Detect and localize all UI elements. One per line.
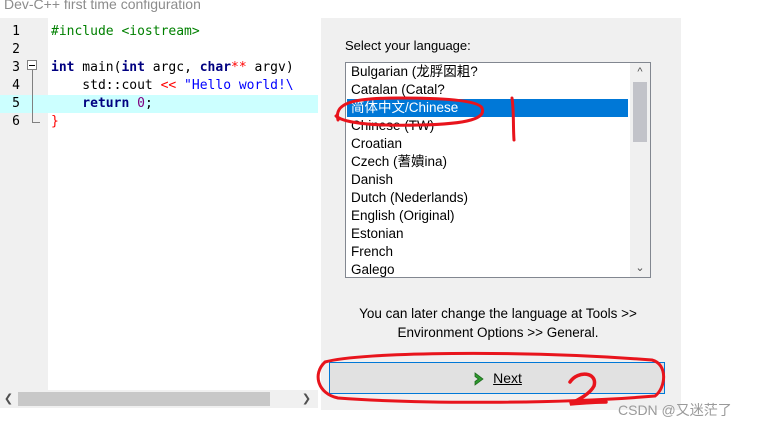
hint-line-2: Environment Options >> General. [397, 325, 599, 340]
watermark: CSDN @又迷茫了 [618, 402, 732, 418]
code-text: } [51, 114, 59, 129]
language-hint: You can later change the language at Too… [333, 304, 663, 342]
language-item[interactable]: Chinese (TW) [347, 117, 628, 135]
language-item[interactable]: Estonian [347, 225, 628, 243]
scroll-left-icon[interactable]: ❮ [0, 390, 17, 408]
language-item[interactable]: Dutch (Nederlands) [347, 189, 628, 207]
next-button-label: Next [493, 370, 522, 386]
window-title: Dev-C++ first time configuration [4, 0, 201, 12]
code-line[interactable]: 3 int main(int argc, char** argv) [0, 59, 318, 77]
language-item[interactable]: Bulgarian (龙脬囡耝? [347, 63, 628, 81]
fold-end [32, 122, 40, 123]
code-line[interactable]: 1 #include <iostream> [0, 23, 318, 41]
code-editor[interactable]: 1 #include <iostream> 2 3 int main(int a… [0, 18, 318, 390]
line-number: 3 [12, 60, 20, 75]
code-line[interactable]: 6 } [0, 113, 318, 131]
line-number: 2 [12, 42, 20, 57]
language-label: Select your language: [345, 38, 471, 53]
line-number: 1 [12, 24, 20, 39]
line-number: 6 [12, 114, 20, 129]
line-number: 5 [0, 95, 20, 113]
next-arrow-icon [474, 372, 484, 387]
language-item[interactable]: French [347, 243, 628, 261]
next-button[interactable]: Next [329, 362, 665, 394]
language-item[interactable]: Czech (蓍嬇ina) [347, 153, 628, 171]
scroll-up-icon[interactable]: ^ [630, 63, 650, 81]
scrollbar-thumb[interactable] [18, 392, 270, 406]
language-item[interactable]: English (Original) [347, 207, 628, 225]
code-line[interactable]: 4 std::cout << "Hello world!\ [0, 77, 318, 95]
scroll-right-icon[interactable]: ❯ [298, 390, 315, 408]
language-item[interactable]: Galego [347, 261, 628, 277]
code-line-current[interactable]: 5 return 0; [0, 95, 318, 113]
language-item[interactable]: Catalan (Catal? [347, 81, 628, 99]
code-text: int main(int argc, char** argv) [51, 60, 294, 75]
language-panel: Select your language: Bulgarian (龙脬囡耝? C… [321, 18, 681, 410]
code-text: #include <iostream> [51, 24, 200, 39]
vertical-scrollbar[interactable]: ^ ⌄ [630, 63, 650, 277]
scroll-down-icon[interactable]: ⌄ [630, 259, 650, 277]
scrollbar-thumb[interactable] [633, 82, 647, 142]
code-text: std::cout << "Hello world!\ [51, 78, 294, 93]
language-item[interactable]: Danish [347, 171, 628, 189]
horizontal-scrollbar[interactable]: ❮ ❯ [0, 390, 318, 408]
code-text: return 0; [51, 96, 153, 111]
hint-line-1: You can later change the language at Too… [359, 306, 637, 321]
language-item[interactable]: Croatian [347, 135, 628, 153]
fold-line [32, 70, 33, 122]
language-listbox[interactable]: Bulgarian (龙脬囡耝? Catalan (Catal? 简体中文/Ch… [345, 62, 651, 278]
fold-toggle-icon[interactable] [27, 60, 37, 70]
line-number: 4 [12, 78, 20, 93]
code-line[interactable]: 2 [0, 41, 318, 59]
language-item-selected[interactable]: 简体中文/Chinese [347, 99, 628, 117]
